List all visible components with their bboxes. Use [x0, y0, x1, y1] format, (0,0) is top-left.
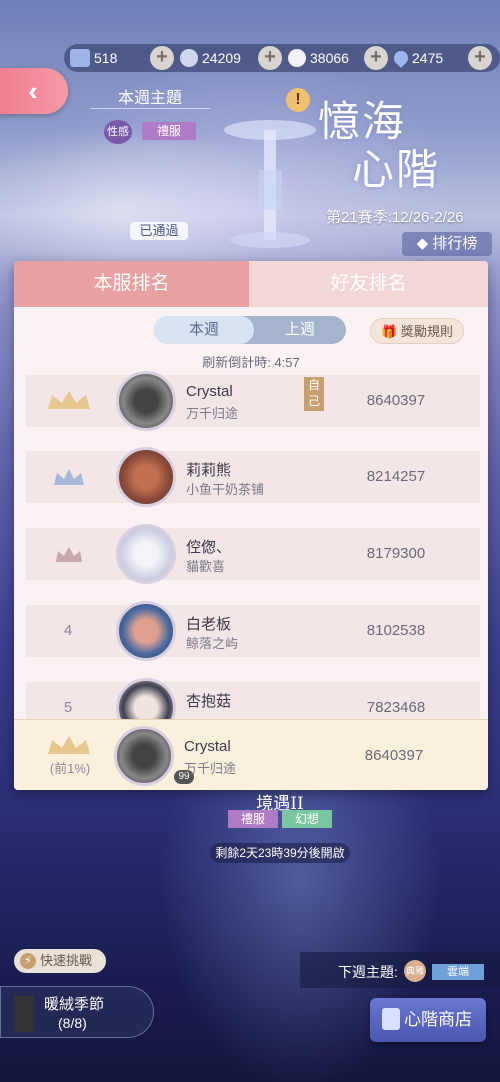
theme-tag-sexy: 性感 — [104, 120, 132, 144]
avatar[interactable] — [116, 524, 176, 584]
diamond-bullet-icon: ◆ — [416, 235, 429, 252]
season-name: 暖絨季節 — [44, 996, 105, 1013]
avatar[interactable] — [116, 371, 176, 431]
realm-tag-gown: 禮服 — [228, 810, 278, 828]
percentile: (前1%) — [49, 761, 91, 776]
shopping-bag-icon — [382, 1008, 400, 1030]
theme-title: 本週主題 — [117, 90, 182, 107]
lightning-icon: ⚡ — [20, 953, 36, 969]
add-diamond-button[interactable]: + — [258, 46, 282, 70]
gold-crown-icon — [48, 391, 90, 409]
table-row[interactable]: Crystal 万千归途 自己 8640397 — [26, 371, 480, 431]
season-progress: (8/8) — [58, 1015, 87, 1031]
passed-badge: 已通過 — [130, 222, 188, 240]
star-icon — [288, 49, 306, 67]
bronze-crown-icon — [56, 547, 82, 562]
next-theme-label: 下週主題: — [338, 964, 398, 980]
currency-star: 38066 — [288, 44, 349, 72]
reward-rules-button[interactable]: 🎁 獎勵規則 — [370, 318, 464, 344]
drop-icon — [391, 48, 411, 68]
table-row[interactable]: 4 白老板 鲸落之屿 8102538 — [26, 601, 480, 661]
currency-diamond: 24209 — [180, 44, 241, 72]
gold-crown-icon — [48, 736, 90, 754]
currency-drop: 2475 — [391, 44, 443, 72]
season-outfit-icon — [14, 996, 34, 1032]
info-icon[interactable]: ! — [286, 88, 310, 112]
table-row[interactable]: 莉莉熊 小鱼干奶茶铺 8214257 — [26, 447, 480, 507]
theme-tag-gown: 禮服 — [142, 122, 196, 140]
table-row[interactable]: 倥偬、 貓歡喜 8179300 — [26, 524, 480, 584]
gift-icon: 🎁 — [381, 324, 398, 339]
add-drop-button[interactable]: + — [468, 46, 492, 70]
leaderboard-button[interactable]: ◆ 排行榜 — [402, 232, 492, 256]
divider — [90, 108, 210, 109]
next-theme-tag-elegant: 典雅 — [404, 960, 426, 982]
tab-friends-ranking[interactable]: 好友排名 — [249, 261, 488, 307]
quick-challenge-button[interactable]: ⚡ 快速挑戰 — [14, 949, 106, 973]
this-week-button[interactable]: 本週 — [154, 316, 254, 344]
add-star-button[interactable]: + — [364, 46, 388, 70]
event-logo: 憶海 心階 — [318, 97, 441, 194]
season-label: 第21賽季:12/26-2/26 — [326, 209, 464, 226]
next-theme-tag-cloud: 雲端 — [432, 964, 484, 980]
diamond-icon — [180, 49, 198, 67]
avatar[interactable] — [116, 447, 176, 507]
ranking-panel: 本服排名 好友排名 本週 上週 🎁 獎勵規則 刷新倒計時: 4:57 Cryst… — [14, 261, 488, 790]
last-week-button[interactable]: 上週 — [254, 316, 346, 344]
puzzle-icon — [70, 49, 90, 67]
double-chevron-left-icon: ‹‹ — [28, 75, 40, 106]
avatar[interactable] — [116, 601, 176, 661]
avatar[interactable] — [114, 726, 174, 786]
my-rank-row[interactable]: (前1%) 99 Crystal 万千归途 8640397 — [14, 719, 488, 790]
tower-illustration — [224, 120, 316, 248]
refresh-countdown: 刷新倒計時: 4:57 — [202, 355, 300, 370]
realm-countdown: 剩餘2天23時39分後開啟 — [210, 843, 350, 863]
self-badge: 自己 — [304, 377, 324, 411]
tab-server-ranking[interactable]: 本服排名 — [14, 261, 249, 307]
realm-tag-fantasy: 幻想 — [282, 810, 332, 828]
add-puzzle-button[interactable]: + — [150, 46, 174, 70]
silver-crown-icon — [54, 469, 84, 485]
back-button[interactable]: ‹‹ — [0, 68, 68, 114]
currency-puzzle: 518 — [70, 44, 117, 72]
